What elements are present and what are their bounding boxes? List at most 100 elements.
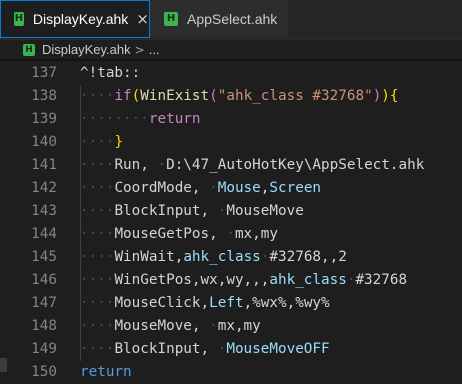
tab-appselect[interactable]: H AppSelect.ahk (150, 0, 288, 38)
code-text: ····BlockInput, ·MouseMoveOFF (80, 338, 330, 361)
code-line[interactable]: 143 ····BlockInput, ·MouseMove (0, 200, 462, 223)
whitespace-marker: · (209, 318, 218, 334)
tab-displaykey[interactable]: H DisplayKey.ahk × (0, 0, 150, 38)
close-icon[interactable]: × (136, 10, 149, 28)
code-token: D:\47_AutoHotKey\AppSelect.ahk (166, 157, 425, 173)
code-line[interactable]: 141 ····Run, ·D:\47_AutoHotKey\AppSelect.… (0, 154, 462, 177)
editor-tab-bar: H DisplayKey.ahk × H AppSelect.ahk (0, 0, 462, 40)
code-token: MouseMoveOFF (226, 341, 330, 357)
code-text: ····WinGetPos,wx,wy,,,ahk_class·#32768 (80, 269, 407, 292)
line-number: 137 (31, 65, 57, 81)
line-number: 138 (31, 88, 57, 104)
chevron-right-icon: > (134, 42, 145, 57)
ahk-file-icon: H (14, 12, 24, 26)
breadcrumb-more[interactable]: ... (149, 42, 160, 57)
code-token: WinWait, (114, 249, 184, 265)
code-text: return (80, 361, 132, 384)
whitespace-marker: · (209, 180, 218, 196)
code-token: Run, (114, 157, 158, 173)
line-number: 145 (31, 249, 57, 265)
code-token: MouseGetPos, (114, 226, 227, 242)
whitespace-marker: ···· (80, 180, 115, 196)
code-line[interactable]: 140 ····} (0, 131, 462, 154)
whitespace-marker: ···· (80, 203, 115, 219)
code-editor[interactable]: 137 ^!tab:: 138 ····if(WinExist("ahk_class … (0, 60, 462, 380)
whitespace-marker: ···· (80, 272, 115, 288)
code-token: ) (381, 88, 390, 104)
code-line[interactable]: 145 ····WinWait,ahk_class·#32768,,2 (0, 246, 462, 269)
ahk-file-icon: H (23, 43, 35, 56)
code-token: mx,my (234, 226, 278, 242)
code-token: return (148, 111, 201, 127)
code-token: #32768,,2 (269, 249, 347, 265)
line-number: 141 (31, 157, 57, 173)
code-token: MouseClick, (114, 295, 210, 311)
code-line[interactable]: 150 return (0, 361, 462, 384)
code-text: ····MouseGetPos, ·mx,my (80, 223, 278, 246)
indent-guide (80, 85, 81, 361)
code-token: return (80, 364, 132, 380)
breadcrumb: H DisplayKey.ahk > ... (0, 40, 462, 59)
code-token: ,%wx%,%wy% (243, 295, 330, 311)
code-line[interactable]: 146 ····WinGetPos,wx,wy,,,ahk_class·#3276… (0, 269, 462, 292)
code-token: ( (209, 88, 218, 104)
whitespace-marker: · (226, 226, 235, 242)
scrollbar-corner (0, 358, 7, 372)
whitespace-marker: ···· (80, 88, 115, 104)
code-token: if (114, 88, 132, 104)
whitespace-marker: ···· (80, 134, 115, 150)
code-token: ahk_class (183, 249, 261, 265)
code-token: MouseMove (226, 203, 304, 219)
code-text: ····WinWait,ahk_class·#32768,,2 (80, 246, 347, 269)
ahk-file-icon: H (164, 12, 178, 26)
line-number: 143 (31, 203, 57, 219)
line-number: 142 (31, 180, 57, 196)
code-token: WinExist (140, 88, 210, 104)
whitespace-marker: ···· (80, 318, 115, 334)
code-text: ^!tab:: (80, 62, 140, 85)
code-token: MouseMove, (114, 318, 210, 334)
whitespace-marker: ········ (80, 111, 149, 127)
code-token: ) (372, 88, 382, 104)
line-number: 147 (31, 295, 57, 311)
code-line[interactable]: 142 ····CoordMode, ·Mouse,Screen (0, 177, 462, 200)
code-line[interactable]: 138 ····if(WinExist("ahk_class #32768")){ (0, 85, 462, 108)
line-number: 146 (31, 272, 57, 288)
tab-label: DisplayKey.ahk (32, 11, 129, 27)
code-token: Screen (269, 180, 322, 196)
code-line[interactable]: 148 ····MouseMove, ·mx,my (0, 315, 462, 338)
code-line[interactable]: 149 ····BlockInput, ·MouseMoveOFF (0, 338, 462, 361)
code-token: } (114, 134, 124, 150)
code-token: #32768 (355, 272, 408, 288)
code-token: mx,my (217, 318, 261, 334)
code-token: ( (131, 88, 141, 104)
code-line[interactable]: 139 ········return (0, 108, 462, 131)
whitespace-marker: ···· (80, 226, 115, 242)
code-token: BlockInput, (114, 203, 218, 219)
line-number: 144 (31, 226, 57, 242)
line-number: 148 (31, 318, 57, 334)
code-text: ····MouseClick,Left,%wx%,%wy% (80, 292, 330, 315)
breadcrumb-file[interactable]: DisplayKey.ahk (42, 42, 131, 57)
code-token: ahk_class (269, 272, 347, 288)
tab-label: AppSelect.ahk (187, 11, 278, 27)
code-text: ····if(WinExist("ahk_class #32768")){ (80, 85, 399, 108)
code-token: Mouse (217, 180, 261, 196)
code-line[interactable]: 147 ····MouseClick,Left,%wx%,%wy% (0, 292, 462, 315)
whitespace-marker: ···· (80, 249, 115, 265)
code-text: ····CoordMode, ·Mouse,Screen (80, 177, 321, 200)
code-token: ^!tab:: (80, 65, 141, 81)
line-number: 140 (31, 134, 57, 150)
code-text: ····MouseMove, ·mx,my (80, 315, 261, 338)
code-token: CoordMode, (114, 180, 210, 196)
line-number: 150 (31, 364, 57, 380)
code-token: "ahk_class #32768" (217, 88, 373, 104)
code-token: { (389, 88, 399, 104)
code-token: WinGetPos,wx,wy,,, (114, 272, 270, 288)
code-token: Left (209, 295, 244, 311)
code-text: ····Run, ·D:\47_AutoHotKey\AppSelect.ahk (80, 154, 424, 177)
code-line[interactable]: 144 ····MouseGetPos, ·mx,my (0, 223, 462, 246)
code-line[interactable]: 137 ^!tab:: (0, 62, 462, 85)
line-number: 139 (31, 111, 57, 127)
whitespace-marker: · (157, 157, 167, 173)
